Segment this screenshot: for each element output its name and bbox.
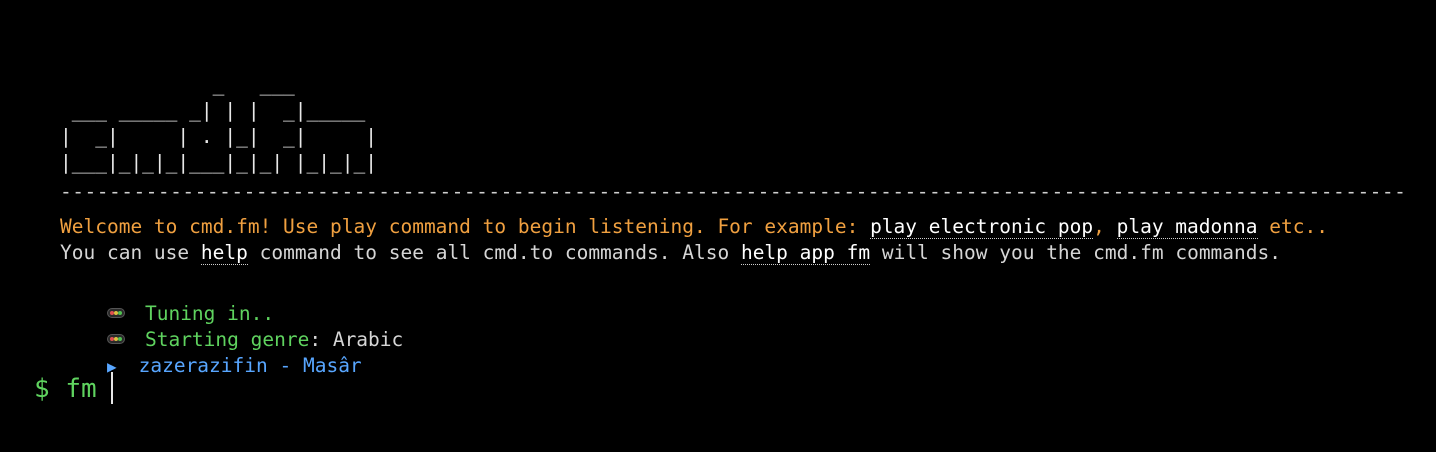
text-cursor [110, 371, 113, 404]
welcome-prefix: Welcome to cmd.fm! Use play command to b… [60, 215, 871, 238]
separator-line: ----------------------------------------… [60, 180, 1406, 203]
help-message: You can use help command to see all cmd.… [60, 240, 1281, 266]
prompt-input[interactable]: fm [65, 374, 96, 404]
welcome-suffix: etc.. [1257, 215, 1328, 238]
terminal-window[interactable]: _ ___ ___ _____ _| | | _|_____ | _| | . … [0, 0, 1436, 452]
track-title: zazerazifin - Masâr [138, 354, 362, 377]
command-prompt[interactable]: $ fm [34, 371, 113, 406]
help-middle: command to see all cmd.to commands. Also [247, 241, 741, 264]
example-command-link[interactable]: play madonna [1116, 215, 1258, 239]
prompt-symbol: $ [34, 374, 50, 404]
example-command-link[interactable]: play electronic pop [870, 215, 1094, 239]
welcome-message: Welcome to cmd.fm! Use play command to b… [60, 214, 1328, 240]
ascii-logo: _ ___ ___ _____ _| | | _|_____ | _| | . … [60, 73, 377, 174]
help-command-link[interactable]: help [200, 241, 248, 265]
welcome-comma: , [1093, 215, 1117, 238]
help-suffix: will show you the cmd.fm commands. [870, 241, 1281, 264]
help-app-fm-command-link[interactable]: help app fm [740, 241, 871, 265]
help-prefix: You can use [60, 241, 201, 264]
